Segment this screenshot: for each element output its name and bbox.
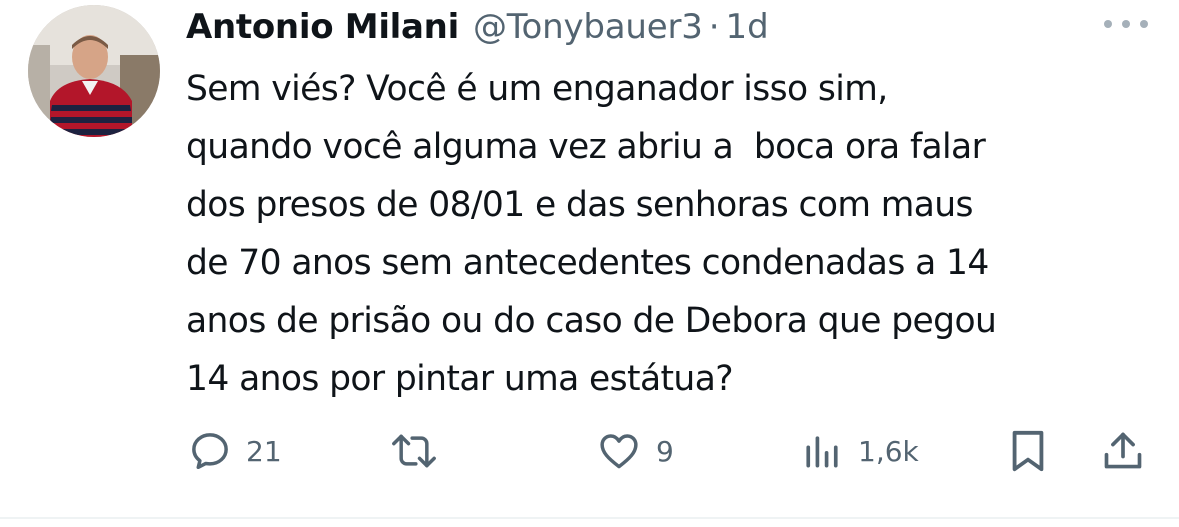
reply-button[interactable]: 21	[188, 428, 282, 474]
like-count: 9	[656, 434, 674, 468]
bookmark-button[interactable]	[1008, 428, 1048, 474]
tweet-text-line: 14 anos por pintar uma estátua?	[186, 359, 734, 399]
views-bar-chart-icon	[800, 429, 844, 473]
retweet-icon	[388, 429, 440, 473]
tweet-action-bar: 21 9 1,6k	[0, 420, 1179, 480]
like-button[interactable]: 9	[596, 428, 674, 474]
author-display-name[interactable]: Antonio Milani	[186, 7, 459, 47]
more-dots-icon[interactable]	[1104, 14, 1148, 34]
reply-bubble-icon	[188, 429, 232, 473]
tweet-text: Sem viés? Você é um enganador isso sim, …	[186, 60, 1166, 408]
avatar[interactable]	[28, 5, 160, 137]
bottom-divider	[0, 517, 1179, 519]
tweet-text-line: anos de prisão ou do caso de Debora que …	[186, 301, 997, 341]
tweet-text-line: de 70 anos sem antecedentes condenadas a…	[186, 243, 989, 283]
views-button[interactable]: 1,6k	[800, 428, 919, 474]
views-count: 1,6k	[858, 434, 919, 468]
bookmark-icon	[1008, 428, 1048, 474]
tweet-timestamp[interactable]: 1d	[726, 7, 769, 47]
tweet-text-line: Sem viés? Você é um enganador isso sim,	[186, 69, 888, 109]
retweet-button[interactable]	[388, 428, 454, 474]
reply-count: 21	[246, 434, 282, 468]
share-icon	[1101, 428, 1145, 474]
tweet-card[interactable]: Antonio Milani @Tonybauer3 · 1d Sem viés…	[0, 0, 1179, 527]
share-button[interactable]	[1101, 428, 1145, 474]
heart-icon	[596, 429, 642, 473]
author-handle[interactable]: @Tonybauer3	[473, 7, 703, 47]
more-dot	[1140, 20, 1148, 28]
more-dot	[1122, 20, 1130, 28]
more-dot	[1104, 20, 1112, 28]
tweet-text-line: dos presos de 08/01 e das senhoras com m…	[186, 185, 974, 225]
tweet-header: Antonio Milani @Tonybauer3 · 1d	[186, 2, 769, 52]
tweet-text-line: quando você alguma vez abriu a boca ora …	[186, 127, 986, 167]
header-separator: ·	[708, 7, 720, 47]
